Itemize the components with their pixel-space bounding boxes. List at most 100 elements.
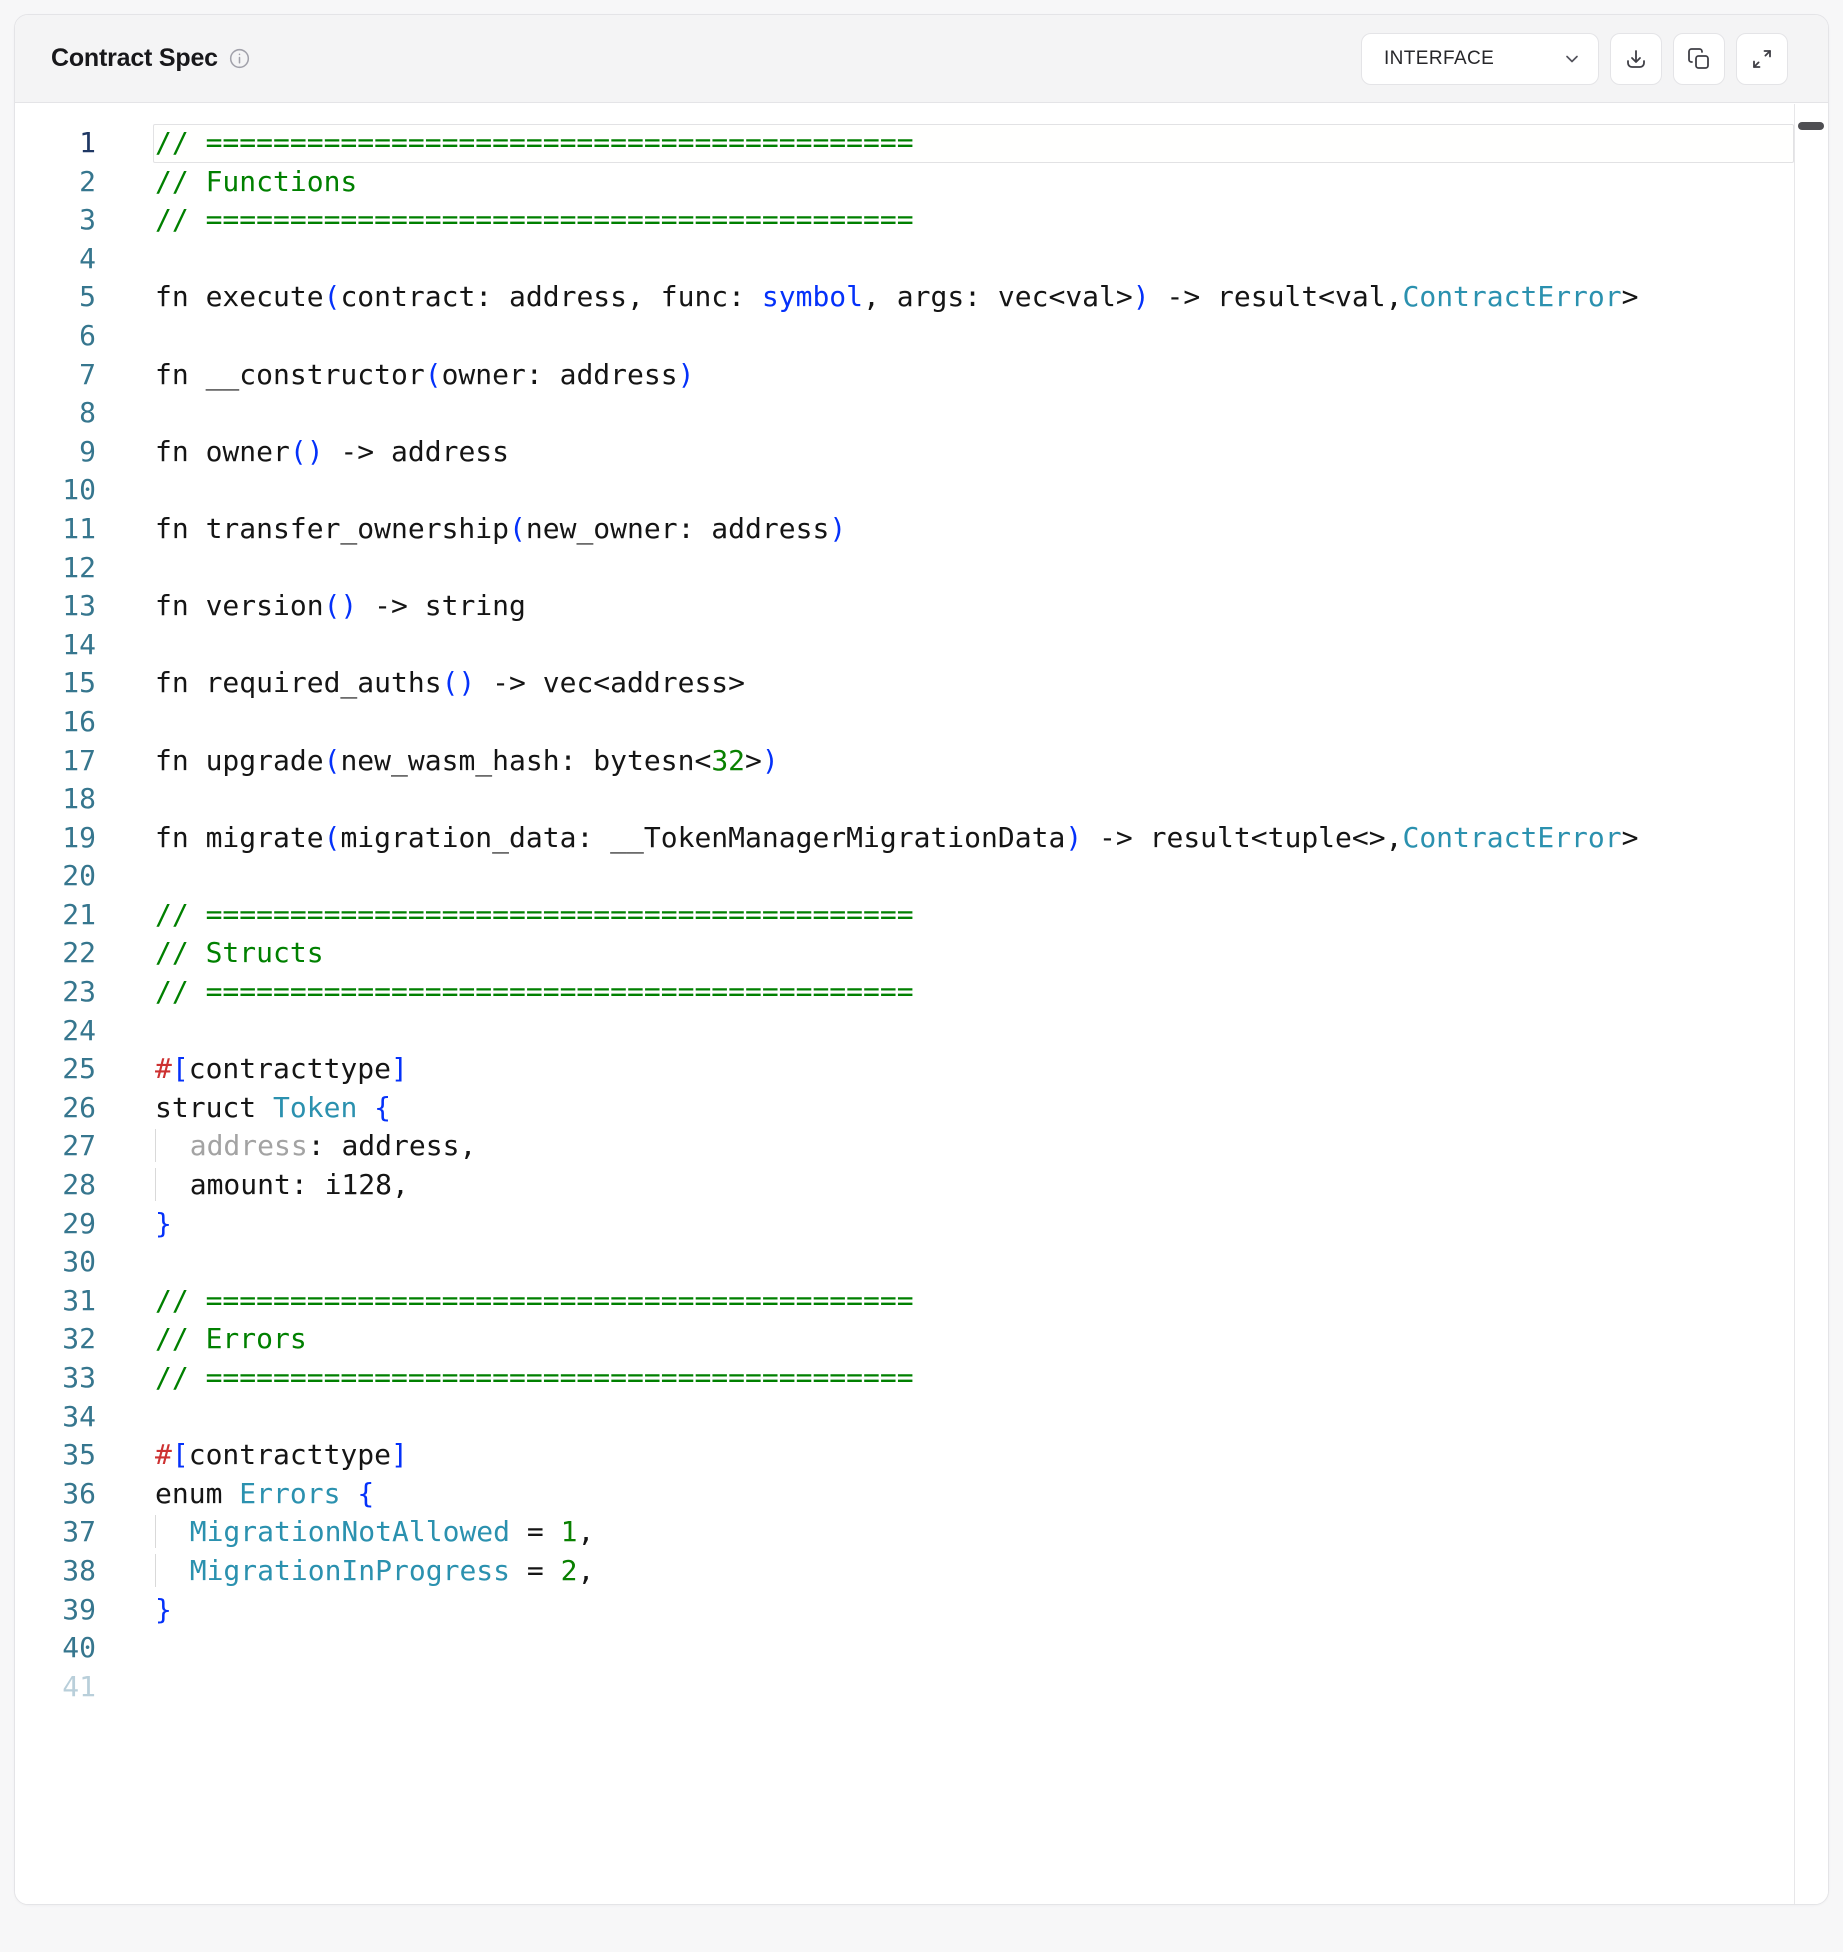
line-number: 15 bbox=[15, 664, 96, 703]
code-text: // =====================================… bbox=[153, 1282, 1794, 1321]
line-number: 6 bbox=[15, 317, 96, 356]
code-line: 20 bbox=[15, 857, 1794, 896]
line-number: 12 bbox=[15, 549, 96, 588]
line-number: 5 bbox=[15, 278, 96, 317]
code-line: 30 bbox=[15, 1243, 1794, 1282]
line-number: 19 bbox=[15, 819, 96, 858]
line-number: 21 bbox=[15, 896, 96, 935]
code-line: 26 struct Token { bbox=[15, 1089, 1794, 1128]
code-line: 16 bbox=[15, 703, 1794, 742]
line-number: 9 bbox=[15, 433, 96, 472]
code-line: 21// ===================================… bbox=[15, 896, 1794, 935]
info-icon[interactable] bbox=[228, 47, 251, 70]
code-area: 1 // ====================================… bbox=[15, 104, 1828, 1904]
code-line: 32 // Errors bbox=[15, 1320, 1794, 1359]
download-button[interactable] bbox=[1610, 33, 1662, 85]
line-number: 38 bbox=[15, 1552, 96, 1591]
code-text: amount: i128, bbox=[153, 1166, 1794, 1205]
line-number: 4 bbox=[15, 240, 96, 279]
code-line: 5fn execute(contract: address, func: sym… bbox=[15, 278, 1794, 317]
code-text: fn version() -> string bbox=[153, 587, 1794, 626]
code-line: 28 amount: i128, bbox=[15, 1166, 1794, 1205]
code-text: // Structs bbox=[153, 934, 1794, 973]
line-number: 41 bbox=[15, 1668, 96, 1707]
code-text bbox=[153, 1012, 1794, 1051]
header-controls: INTERFACE bbox=[1361, 33, 1788, 85]
line-number: 2 bbox=[15, 163, 96, 202]
code-text: fn migrate(migration_data: __TokenManage… bbox=[153, 819, 1794, 858]
code-text: // =====================================… bbox=[153, 124, 1794, 163]
scrollbar-thumb[interactable] bbox=[1798, 122, 1824, 130]
code-line: 22// Structs bbox=[15, 934, 1794, 973]
code-line: 17 fn upgrade(new_wasm_hash: bytesn<32>) bbox=[15, 742, 1794, 781]
code-line: 38 MigrationInProgress = 2, bbox=[15, 1552, 1794, 1591]
line-number: 8 bbox=[15, 394, 96, 433]
code-line: 9fn owner() -> address bbox=[15, 433, 1794, 472]
code-line: 24 bbox=[15, 1012, 1794, 1051]
line-number: 17 bbox=[15, 742, 96, 781]
line-number: 35 bbox=[15, 1436, 96, 1475]
line-number: 23 bbox=[15, 973, 96, 1012]
line-number: 25 bbox=[15, 1050, 96, 1089]
code-text: fn transfer_ownership(new_owner: address… bbox=[153, 510, 1794, 549]
code-line: 1 // ====================================… bbox=[15, 124, 1794, 163]
line-number: 18 bbox=[15, 780, 96, 819]
code-line: 31// ===================================… bbox=[15, 1282, 1794, 1321]
code-text: } bbox=[153, 1205, 1794, 1244]
code-text: fn upgrade(new_wasm_hash: bytesn<32>) bbox=[153, 742, 1794, 781]
code-line: 11 fn transfer_ownership(new_owner: addre… bbox=[15, 510, 1794, 549]
code-text: struct Token { bbox=[153, 1089, 1794, 1128]
scrollbar-track bbox=[1794, 104, 1795, 1904]
line-number: 11 bbox=[15, 510, 96, 549]
code-text bbox=[153, 240, 1794, 279]
line-number: 24 bbox=[15, 1012, 96, 1051]
code-text bbox=[153, 317, 1794, 356]
line-number: 26 bbox=[15, 1089, 96, 1128]
code-line: 12 bbox=[15, 549, 1794, 588]
indent-guide bbox=[155, 1554, 190, 1587]
code-line: 36enum Errors { bbox=[15, 1475, 1794, 1514]
code-line: 6 bbox=[15, 317, 1794, 356]
code-text: #[contracttype] bbox=[153, 1050, 1794, 1089]
line-number: 30 bbox=[15, 1243, 96, 1282]
code-line: 19 fn migrate(migration_data: __TokenMana… bbox=[15, 819, 1794, 858]
panel-header: Contract Spec INTERFACE bbox=[15, 15, 1828, 103]
code-text bbox=[153, 1243, 1794, 1282]
code-line: 41 bbox=[15, 1668, 1794, 1707]
code-line: 13fn version() -> string bbox=[15, 587, 1794, 626]
interface-dropdown[interactable]: INTERFACE bbox=[1361, 33, 1599, 85]
code-text: // =====================================… bbox=[153, 1359, 1794, 1398]
code-line: 7fn __constructor(owner: address) bbox=[15, 356, 1794, 395]
code-line: 10 bbox=[15, 471, 1794, 510]
code-text: enum Errors { bbox=[153, 1475, 1794, 1514]
line-number: 7 bbox=[15, 356, 96, 395]
code-text: // Functions bbox=[153, 163, 1794, 202]
code-text bbox=[153, 1629, 1794, 1668]
code-line: 40 bbox=[15, 1629, 1794, 1668]
line-number: 32 bbox=[15, 1320, 96, 1359]
code-line: 4 bbox=[15, 240, 1794, 279]
line-number: 16 bbox=[15, 703, 96, 742]
line-number: 40 bbox=[15, 1629, 96, 1668]
indent-guide bbox=[155, 1129, 190, 1162]
code-text: address: address, bbox=[153, 1127, 1794, 1166]
code-line: 39} bbox=[15, 1591, 1794, 1630]
contract-spec-panel: Contract Spec INTERFACE bbox=[14, 14, 1829, 1905]
code-text: // Errors bbox=[153, 1320, 1794, 1359]
code-text: MigrationNotAllowed = 1, bbox=[153, 1513, 1794, 1552]
code-block[interactable]: 1 // ====================================… bbox=[15, 104, 1794, 1904]
code-text: // =====================================… bbox=[153, 201, 1794, 240]
code-text: #[contracttype] bbox=[153, 1436, 1794, 1475]
copy-button[interactable] bbox=[1673, 33, 1725, 85]
expand-button[interactable] bbox=[1736, 33, 1788, 85]
code-line: 8 bbox=[15, 394, 1794, 433]
interface-dropdown-label: INTERFACE bbox=[1384, 48, 1494, 70]
line-number: 1 bbox=[15, 124, 96, 163]
line-number: 10 bbox=[15, 471, 96, 510]
code-line: 23// ===================================… bbox=[15, 973, 1794, 1012]
code-line: 37 MigrationNotAllowed = 1, bbox=[15, 1513, 1794, 1552]
line-number: 37 bbox=[15, 1513, 96, 1552]
expand-icon bbox=[1750, 47, 1774, 71]
code-text bbox=[153, 1668, 1794, 1707]
code-line: 27 address: address, bbox=[15, 1127, 1794, 1166]
